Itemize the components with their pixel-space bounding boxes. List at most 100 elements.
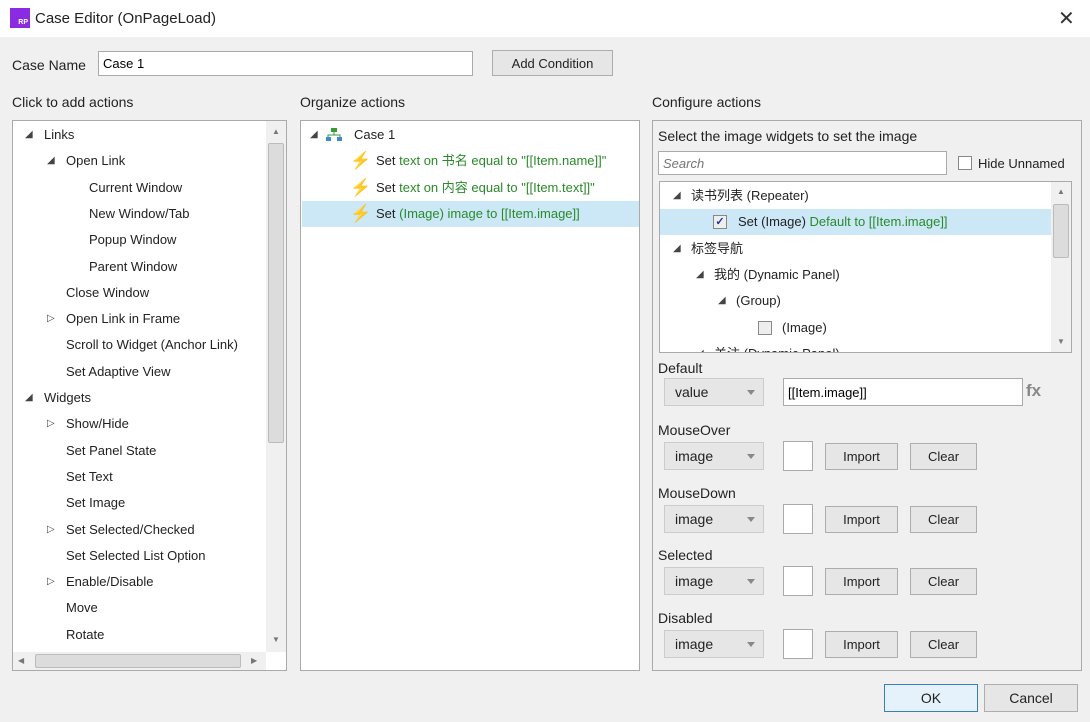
close-icon[interactable]: ✕ <box>1058 6 1075 31</box>
action-item[interactable]: Set Text <box>66 468 113 486</box>
import-button[interactable]: Import <box>825 631 898 659</box>
action-verb: Set <box>376 206 396 221</box>
case-icon <box>326 128 342 141</box>
action-item[interactable]: Set Selected List Option <box>66 547 205 565</box>
action-row[interactable]: ⚡ Set text on 内容 equal to "[[Item.text]]" <box>302 175 639 201</box>
vertical-scrollbar[interactable]: ▲ ▼ <box>266 121 286 652</box>
collapsed-triangle-icon[interactable]: ▷ <box>47 576 55 587</box>
action-item[interactable]: Show/Hide <box>66 415 129 433</box>
action-item[interactable]: Links <box>44 126 74 144</box>
default-type-select[interactable]: value <box>664 378 764 406</box>
action-detail: text on 内容 equal to "[[Item.text]]" <box>399 179 595 195</box>
window-title: Case Editor (OnPageLoad) <box>35 10 216 27</box>
expanded-triangle-icon[interactable]: ◢ <box>673 243 681 254</box>
add-condition-button[interactable]: Add Condition <box>492 50 613 76</box>
action-item[interactable]: New Window/Tab <box>89 205 189 223</box>
case-name-label: Case Name <box>12 57 86 73</box>
scrollbar-thumb[interactable] <box>1053 204 1069 258</box>
widget-label: 我的 (Dynamic Panel) <box>714 266 840 284</box>
import-button[interactable]: Import <box>825 505 898 533</box>
widget-tree-row[interactable]: ◢ (Group) <box>660 288 1051 314</box>
widget-label: Set (Image) Default to [[Item.image]] <box>738 213 948 231</box>
widget-tree-scrollbar[interactable]: ▲ ▼ <box>1051 182 1071 352</box>
horizontal-scrollbar[interactable]: ◀ ▶ <box>13 652 266 670</box>
lightning-icon: ⚡ <box>350 151 372 170</box>
action-item[interactable]: Enable/Disable <box>66 573 153 591</box>
action-item[interactable]: Scroll to Widget (Anchor Link) <box>66 336 238 354</box>
expanded-triangle-icon[interactable]: ◢ <box>718 295 726 306</box>
widget-label: (Image) <box>782 319 827 337</box>
expanded-triangle-icon[interactable]: ◢ <box>25 392 33 403</box>
action-item[interactable]: Widgets <box>44 389 91 407</box>
widget-checkbox[interactable]: ✓ <box>713 215 727 230</box>
clear-button[interactable]: Clear <box>910 443 977 470</box>
case-name-input[interactable] <box>98 51 473 76</box>
expanded-triangle-icon[interactable]: ◢ <box>696 348 704 352</box>
clear-button[interactable]: Clear <box>910 505 977 533</box>
expanded-triangle-icon[interactable]: ◢ <box>47 155 55 166</box>
import-button[interactable]: Import <box>825 568 898 596</box>
app-logo-icon: RP <box>10 8 30 28</box>
widget-name: (Group) <box>736 293 781 309</box>
fx-icon[interactable]: fx <box>1026 382 1041 400</box>
state-label: Selected <box>658 547 713 564</box>
action-item[interactable]: Rotate <box>66 626 104 644</box>
state-type-select[interactable]: image <box>664 504 764 533</box>
action-row[interactable]: ⚡ Set text on 书名 equal to "[[Item.name]]" <box>302 148 639 174</box>
search-input[interactable] <box>658 151 947 175</box>
widget-tree-row[interactable]: (Image) <box>660 315 1051 341</box>
action-item[interactable]: Open Link in Frame <box>66 310 180 328</box>
action-item[interactable]: Close Window <box>66 284 149 302</box>
action-row[interactable]: ⚡ Set (Image) image to [[Item.image]] <box>302 201 639 227</box>
widget-tree-row[interactable]: ◢ 关注 (Dynamic Panel) <box>660 341 1051 352</box>
case-label[interactable]: Case 1 <box>354 126 395 144</box>
action-verb: Set <box>376 179 396 195</box>
widget-tree: ◢ 读书列表 (Repeater) ✓ Set (Image) Default to … <box>659 181 1072 353</box>
widget-label: 读书列表 (Repeater) <box>691 187 809 205</box>
widget-name: Set (Image) <box>738 214 806 230</box>
action-item[interactable]: Parent Window <box>89 258 177 276</box>
action-item[interactable]: Set Adaptive View <box>66 363 171 381</box>
state-type-select[interactable]: image <box>664 567 764 596</box>
widget-name: 关注 (Dynamic Panel) <box>714 346 840 352</box>
widget-tree-row[interactable]: ◢ 我的 (Dynamic Panel) <box>660 262 1051 288</box>
widget-tree-row[interactable]: ✓ Set (Image) Default to [[Item.image]] <box>660 209 1051 236</box>
widget-extra: Default to [[Item.image]] <box>805 214 948 230</box>
ok-button[interactable]: OK <box>884 684 978 712</box>
widget-name: (Image) <box>782 319 827 335</box>
collapsed-triangle-icon[interactable]: ▷ <box>47 418 55 429</box>
widget-name: 读书列表 (Repeater) <box>691 188 809 203</box>
default-value-input[interactable] <box>783 378 1023 406</box>
collapsed-triangle-icon[interactable]: ▷ <box>47 313 55 324</box>
action-item[interactable]: Open Link <box>66 152 125 170</box>
h-scrollbar-thumb[interactable] <box>35 654 241 668</box>
expanded-triangle-icon[interactable]: ◢ <box>25 129 33 140</box>
clear-button[interactable]: Clear <box>910 568 977 596</box>
action-detail: (Image) image to [[Item.image]] <box>399 206 580 221</box>
action-item[interactable]: Set Panel State <box>66 442 156 460</box>
widget-tree-row[interactable]: ◢ 读书列表 (Repeater) <box>660 183 1051 209</box>
action-item[interactable]: Set Image <box>66 494 125 512</box>
hide-unnamed-checkbox[interactable] <box>958 156 972 170</box>
widget-tree-row[interactable]: ◢ 标签导航 <box>660 236 1051 262</box>
scrollbar-thumb[interactable] <box>268 143 284 443</box>
instruction-text: Select the image widgets to set the imag… <box>658 128 918 144</box>
image-preview <box>783 441 813 471</box>
default-type-value: value <box>675 384 709 400</box>
middle-panel-header: Organize actions <box>300 94 406 110</box>
expanded-triangle-icon[interactable]: ◢ <box>696 269 704 280</box>
state-type-select[interactable]: image <box>664 630 764 659</box>
state-type-select[interactable]: image <box>664 442 764 470</box>
right-panel-header: Configure actions <box>652 94 761 110</box>
widget-checkbox[interactable] <box>758 320 772 335</box>
expanded-triangle-icon[interactable]: ◢ <box>673 190 681 201</box>
image-preview <box>783 503 813 534</box>
action-item[interactable]: Set Selected/Checked <box>66 521 195 539</box>
cancel-button[interactable]: Cancel <box>984 684 1078 712</box>
clear-button[interactable]: Clear <box>910 631 977 659</box>
action-item[interactable]: Move <box>66 599 98 617</box>
action-item[interactable]: Popup Window <box>89 231 176 249</box>
action-item[interactable]: Current Window <box>89 179 182 197</box>
collapsed-triangle-icon[interactable]: ▷ <box>47 524 55 535</box>
import-button[interactable]: Import <box>825 443 898 470</box>
